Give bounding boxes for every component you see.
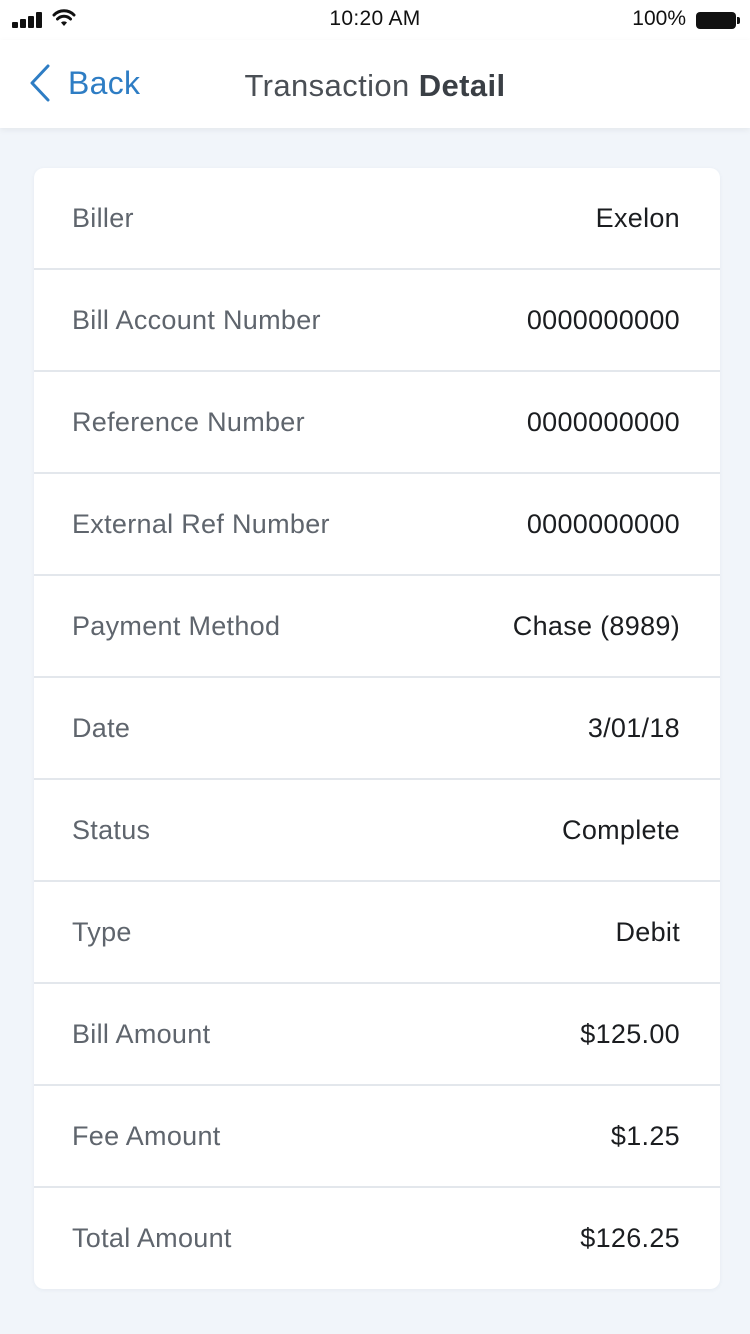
detail-label: Reference Number bbox=[72, 406, 305, 437]
detail-row-bill-account-number: Bill Account Number 0000000000 bbox=[34, 270, 720, 372]
detail-label: Total Amount bbox=[72, 1223, 232, 1253]
detail-row-external-ref-number: External Ref Number 0000000000 bbox=[34, 474, 720, 576]
detail-label: Payment Method bbox=[72, 610, 281, 641]
detail-value: 0000000000 bbox=[526, 406, 680, 437]
detail-row-type: Type Debit bbox=[34, 882, 720, 984]
detail-label: Date bbox=[72, 712, 131, 743]
detail-value: 3/01/18 bbox=[587, 712, 680, 743]
detail-label: Bill Amount bbox=[72, 1018, 211, 1049]
detail-row-reference-number: Reference Number 0000000000 bbox=[34, 372, 720, 474]
detail-label: Biller bbox=[72, 202, 134, 233]
status-bar: 10:20 AM 100% bbox=[0, 0, 750, 40]
detail-label: Fee Amount bbox=[72, 1120, 221, 1151]
detail-value: 0000000000 bbox=[526, 508, 680, 539]
detail-row-status: Status Complete bbox=[34, 780, 720, 882]
detail-value: 0000000000 bbox=[526, 304, 680, 335]
detail-value: $126.25 bbox=[580, 1223, 680, 1253]
detail-value: Debit bbox=[615, 916, 680, 947]
battery-icon bbox=[696, 12, 740, 29]
detail-value: Complete bbox=[562, 814, 680, 845]
detail-label: Bill Account Number bbox=[72, 304, 321, 335]
detail-value: Exelon bbox=[595, 202, 680, 233]
detail-value: $125.00 bbox=[580, 1018, 680, 1049]
battery-percent: 100% bbox=[632, 7, 686, 30]
detail-row-biller: Biller Exelon bbox=[34, 168, 720, 270]
navigation-bar: Back Transaction Detail bbox=[0, 40, 750, 128]
detail-row-payment-method: Payment Method Chase (8989) bbox=[34, 576, 720, 678]
detail-label: Type bbox=[72, 916, 132, 947]
page-title: Transaction Detail bbox=[0, 68, 750, 104]
page-title-regular: Transaction bbox=[244, 68, 410, 103]
page-title-bold: Detail bbox=[418, 68, 506, 103]
detail-row-total-amount: Total Amount $126.25 bbox=[34, 1188, 720, 1289]
detail-label: External Ref Number bbox=[72, 508, 330, 539]
detail-row-bill-amount: Bill Amount $125.00 bbox=[34, 984, 720, 1086]
detail-label: Status bbox=[72, 814, 151, 845]
detail-value: $1.25 bbox=[610, 1120, 680, 1151]
detail-row-fee-amount: Fee Amount $1.25 bbox=[34, 1086, 720, 1188]
transaction-detail-card: Biller Exelon Bill Account Number 000000… bbox=[34, 168, 720, 1289]
detail-row-date: Date 3/01/18 bbox=[34, 678, 720, 780]
detail-value: Chase (8989) bbox=[512, 610, 680, 641]
